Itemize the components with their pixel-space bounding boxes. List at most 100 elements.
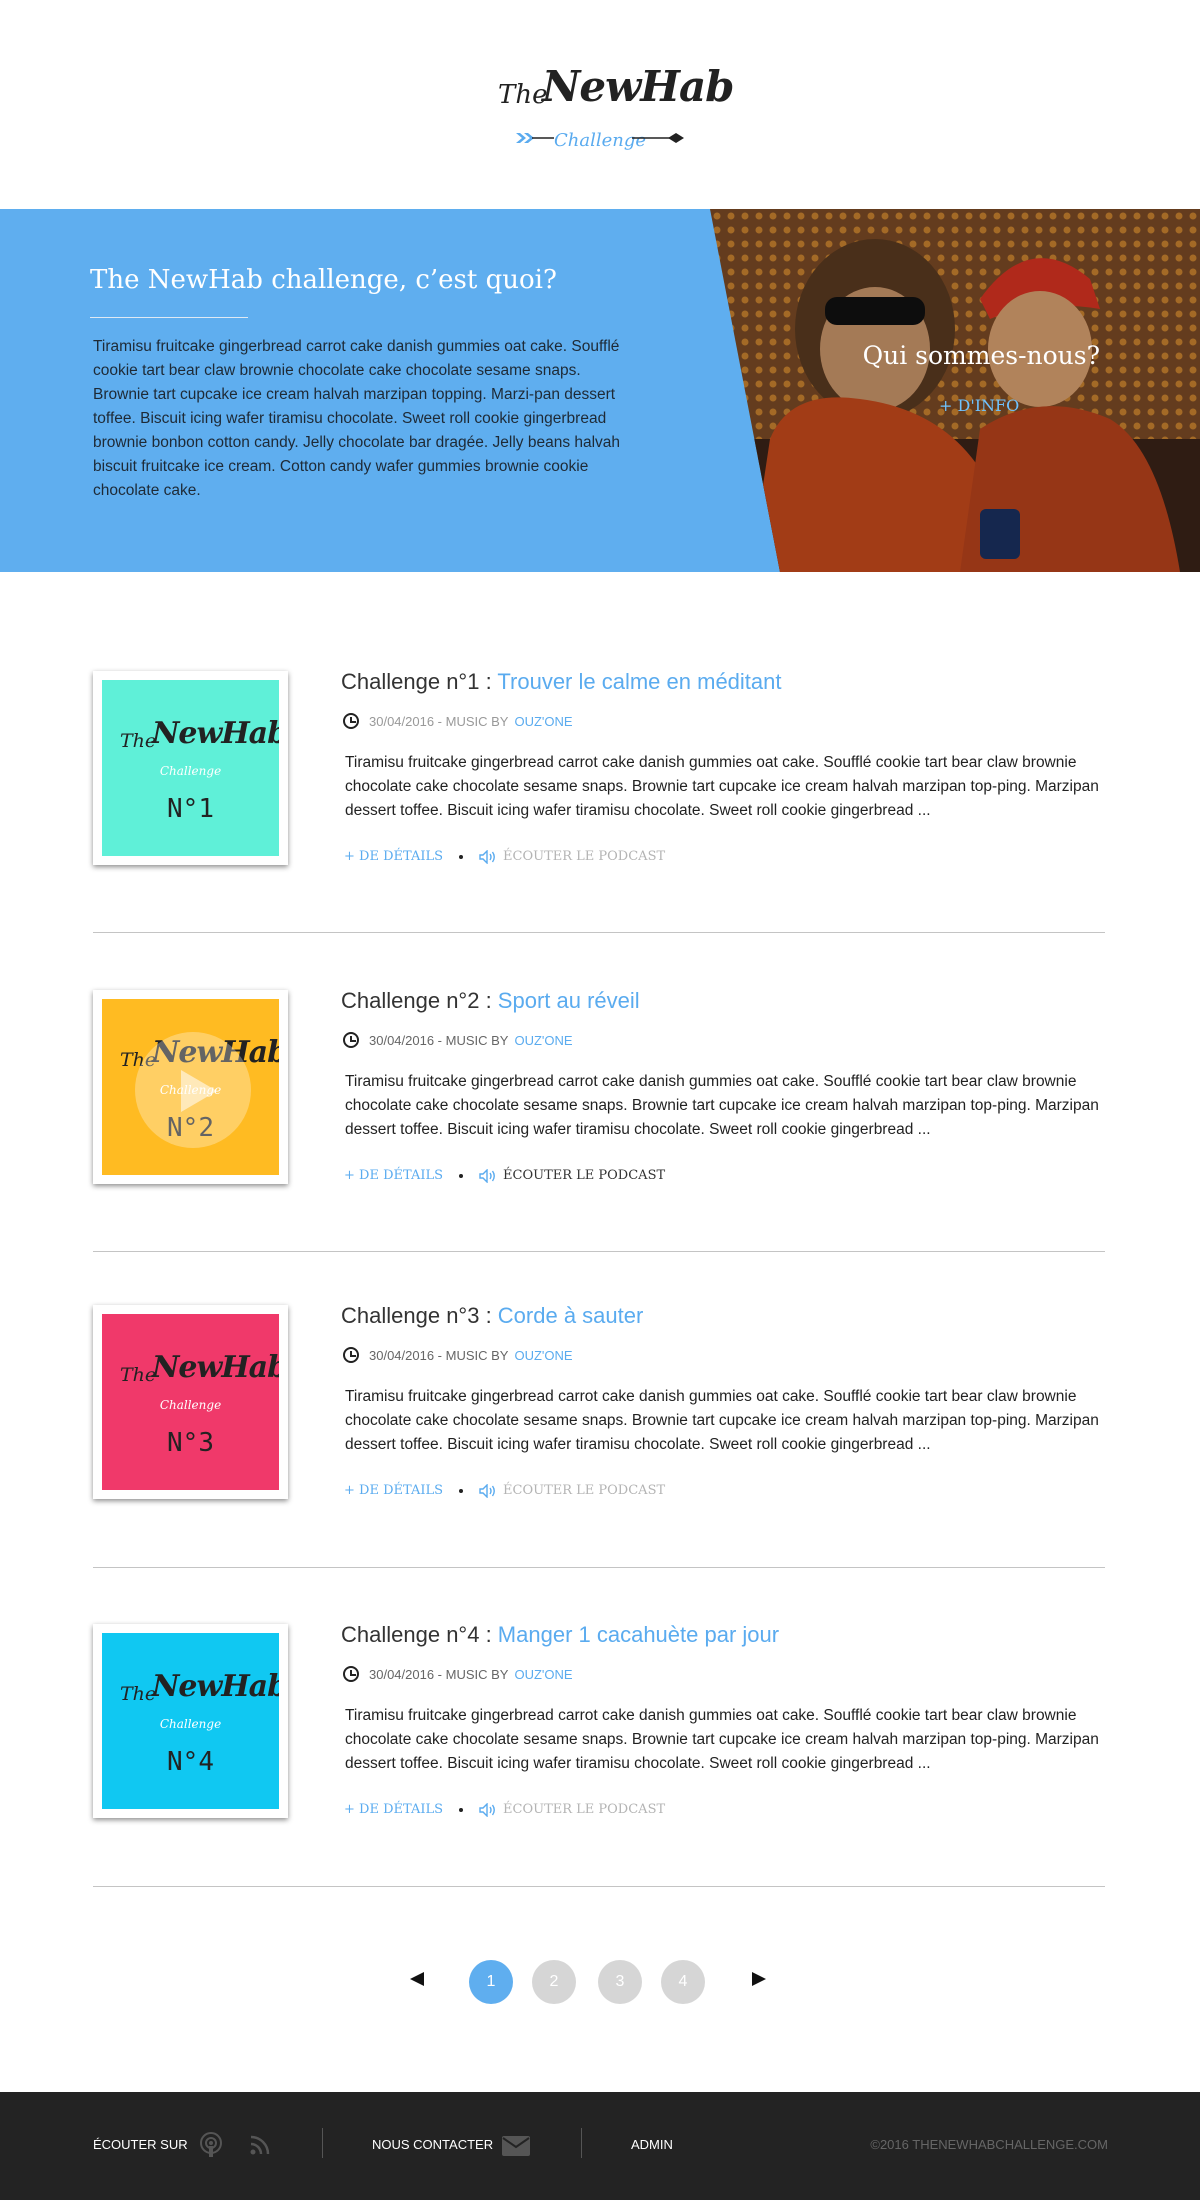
cover-logo-the: The: [120, 730, 157, 752]
challenge-number: Challenge n°3 :: [341, 1303, 498, 1328]
challenge-cover[interactable]: The NewHab Challenge N°1: [93, 671, 288, 865]
clock-icon: [343, 1032, 359, 1048]
footer-contact-link[interactable]: NOUS CONTACTER: [372, 2137, 493, 2152]
challenge-actions: + DE DÉTAILS ÉCOUTER LE PODCAST: [344, 849, 665, 864]
footer-separator: [322, 2128, 323, 2158]
hero-text: Tiramisu fruitcake gingerbread carrot ca…: [93, 338, 621, 499]
challenge-cover-image: The NewHab Challenge N°3: [102, 1314, 279, 1490]
prev-page-icon[interactable]: [410, 1972, 424, 1986]
cover-logo-the: The: [120, 1683, 157, 1705]
mail-icon[interactable]: [502, 2136, 530, 2156]
details-link[interactable]: + DE DÉTAILS: [344, 849, 443, 864]
clock-icon: [343, 1347, 359, 1363]
logo-arrow-right-icon: [632, 133, 684, 143]
challenge-number: Challenge n°1 :: [341, 669, 498, 694]
cover-logo-tagline: Challenge: [159, 1398, 222, 1412]
challenge-description: Tiramisu fruitcake gingerbread carrot ca…: [345, 1073, 1099, 1138]
listen-podcast-button[interactable]: ÉCOUTER LE PODCAST: [479, 1483, 665, 1498]
speaker-icon: [479, 1802, 495, 1817]
more-info-link[interactable]: + D'INFO: [939, 396, 1019, 415]
speaker-icon: [479, 849, 495, 864]
rss-icon[interactable]: [250, 2135, 270, 2155]
site-footer: ÉCOUTER SUR NOUS CONTACTER ADMIN ©2016 T…: [0, 2092, 1200, 2200]
page-button-3[interactable]: 3: [598, 1960, 642, 2004]
cover-number: N°3: [167, 1428, 214, 1458]
cover-logo-the: The: [120, 1364, 157, 1386]
podcast-label: ÉCOUTER LE PODCAST: [503, 1483, 666, 1498]
challenge-description: Tiramisu fruitcake gingerbread carrot ca…: [345, 754, 1099, 819]
challenge-author[interactable]: OUZ'ONE: [514, 1667, 572, 1682]
footer-copyright: ©2016 THENEWHABCHALLENGE.COM: [870, 2137, 1108, 2152]
podcast-icon[interactable]: [198, 2132, 224, 2158]
separator-dot: [459, 854, 464, 859]
separator-dot: [459, 1488, 464, 1493]
cover-logo-tagline: Challenge: [159, 1717, 222, 1731]
challenge-title[interactable]: Challenge n°2 : Sport au réveil: [341, 988, 640, 1014]
challenge-author[interactable]: OUZ'ONE: [514, 1348, 572, 1363]
page-button-1[interactable]: 1: [469, 1960, 513, 2004]
cover-number: N°1: [167, 794, 214, 824]
challenge-actions: + DE DÉTAILS ÉCOUTER LE PODCAST: [344, 1802, 665, 1817]
challenge-title[interactable]: Challenge n°1 : Trouver le calme en médi…: [341, 669, 782, 695]
separator-dot: [459, 1807, 464, 1812]
details-link[interactable]: + DE DÉTAILS: [344, 1802, 443, 1817]
challenge-divider: [93, 1251, 1105, 1252]
challenge-number: Challenge n°2 :: [341, 988, 498, 1013]
cover-logo-newhab: NewHab: [152, 716, 279, 751]
logo-newhab: NewHab: [542, 62, 735, 111]
cover-logo-newhab: NewHab: [152, 1669, 279, 1704]
challenge-author[interactable]: OUZ'ONE: [514, 714, 572, 729]
hero-divider: [90, 317, 248, 318]
footer-listen-label: ÉCOUTER SUR: [93, 2137, 188, 2152]
challenge-meta: 30/04/2016 - MUSIC BY OUZ'ONE: [343, 1666, 573, 1682]
challenge-author[interactable]: OUZ'ONE: [514, 1033, 572, 1048]
play-button[interactable]: [135, 1032, 251, 1148]
challenge-meta: 30/04/2016 - MUSIC BY OUZ'ONE: [343, 1347, 573, 1363]
play-icon: [181, 1070, 217, 1112]
challenge-cover[interactable]: The NewHab Challenge N°4: [93, 1624, 288, 1818]
challenge-cover-image: The NewHab Challenge N°1: [102, 680, 279, 856]
page-button-4[interactable]: 4: [661, 1960, 705, 2004]
challenge-name[interactable]: Sport au réveil: [498, 988, 640, 1013]
details-link[interactable]: + DE DÉTAILS: [344, 1483, 443, 1498]
challenge-meta: 30/04/2016 - MUSIC BY OUZ'ONE: [343, 1032, 573, 1048]
site-logo[interactable]: The NewHab Challenge: [490, 60, 735, 160]
podcast-label: ÉCOUTER LE PODCAST: [503, 1168, 666, 1183]
listen-podcast-button[interactable]: ÉCOUTER LE PODCAST: [479, 1802, 665, 1817]
challenge-date: 30/04/2016 - MUSIC BY: [369, 1032, 509, 1048]
challenge-divider: [93, 932, 1105, 933]
speaker-icon: [479, 1168, 495, 1183]
cover-number: N°4: [167, 1747, 214, 1777]
footer-admin-link[interactable]: ADMIN: [631, 2137, 673, 2152]
challenge-cover[interactable]: The NewHab Challenge N°2: [93, 990, 288, 1184]
hero-title: The NewHab challenge, c’est quoi?: [90, 265, 557, 295]
next-page-icon[interactable]: [752, 1972, 766, 1986]
speaker-icon: [479, 1483, 495, 1498]
listen-podcast-button[interactable]: ÉCOUTER LE PODCAST: [479, 1168, 665, 1183]
challenge-name[interactable]: Manger 1 cacahuète par jour: [498, 1622, 779, 1647]
details-link[interactable]: + DE DÉTAILS: [344, 1168, 443, 1183]
clock-icon: [343, 1666, 359, 1682]
about-title: Qui sommes-nous?: [862, 341, 1100, 370]
challenge-description: Tiramisu fruitcake gingerbread carrot ca…: [345, 1707, 1099, 1772]
challenge-meta: 30/04/2016 - MUSIC BY OUZ'ONE: [343, 713, 573, 729]
challenge-date: 30/04/2016 - MUSIC BY: [369, 1347, 509, 1363]
challenge-name[interactable]: Corde à sauter: [498, 1303, 644, 1328]
team-photo[interactable]: Qui sommes-nous? + D'INFO: [710, 209, 1200, 572]
hero-section: The NewHab challenge, c’est quoi? Tirami…: [0, 209, 1200, 572]
cover-logo-tagline: Challenge: [159, 764, 222, 778]
listen-podcast-button[interactable]: ÉCOUTER LE PODCAST: [479, 849, 665, 864]
challenge-title[interactable]: Challenge n°3 : Corde à sauter: [341, 1303, 643, 1329]
footer-separator: [581, 2128, 582, 2158]
page-button-2[interactable]: 2: [532, 1960, 576, 2004]
challenge-date: 30/04/2016 - MUSIC BY: [369, 1666, 509, 1682]
challenge-divider: [93, 1886, 1105, 1887]
challenge-actions: + DE DÉTAILS ÉCOUTER LE PODCAST: [344, 1483, 665, 1498]
clock-icon: [343, 713, 359, 729]
challenge-actions: + DE DÉTAILS ÉCOUTER LE PODCAST: [344, 1168, 665, 1183]
challenge-title[interactable]: Challenge n°4 : Manger 1 cacahuète par j…: [341, 1622, 779, 1648]
challenge-divider: [93, 1567, 1105, 1568]
challenge-cover[interactable]: The NewHab Challenge N°3: [93, 1305, 288, 1499]
challenge-cover-image: The NewHab Challenge N°2: [102, 999, 279, 1175]
challenge-name[interactable]: Trouver le calme en méditant: [497, 669, 781, 694]
